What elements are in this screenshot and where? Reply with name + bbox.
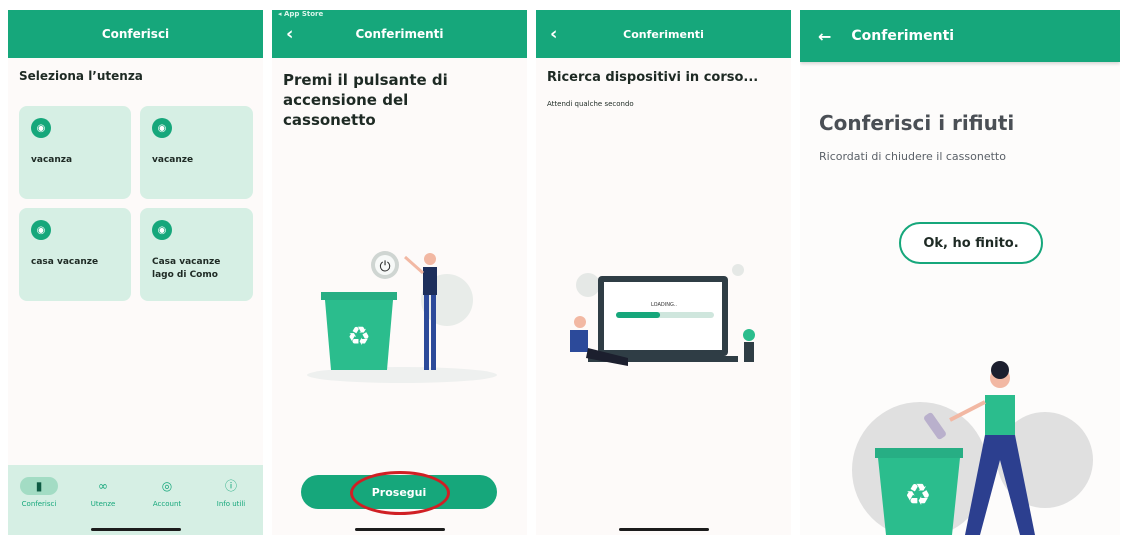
nav-label: Info utili	[216, 500, 246, 508]
highlight-circle	[350, 471, 450, 515]
section-title: Seleziona l’utenza	[19, 69, 143, 83]
wait-subtext: Attendi qualche secondo	[547, 100, 634, 108]
account-icon: ◎	[161, 479, 173, 493]
tile-label: casa vacanze	[31, 257, 99, 267]
nav-label: Utenze	[90, 500, 116, 508]
eye-icon: ◉	[152, 220, 172, 240]
screen-conferisci-rifiuti: ← Conferimenti Conferisci i rifiuti Rico…	[800, 10, 1120, 535]
trash-icon: ▮	[20, 477, 58, 495]
eye-icon: ◉	[31, 118, 51, 138]
utenza-tile[interactable]: ◉ vacanza	[19, 106, 131, 199]
header-title: Conferisci	[101, 27, 170, 41]
nav-info-utili[interactable]: ⓘ Info utili	[201, 477, 261, 508]
back-chevron-icon[interactable]: ‹	[286, 24, 293, 45]
eye-icon: ◉	[31, 220, 51, 240]
screen-conferimenti-accensione: ◂ App Store ‹ Conferimenti Premi il puls…	[272, 10, 527, 535]
app-header: Conferisci	[8, 10, 263, 58]
bottom-nav: ▮ Conferisci ∞ Utenze ◎ Account ⓘ Info u…	[8, 465, 263, 535]
utenza-tile[interactable]: ◉ casa vacanze	[19, 208, 131, 301]
woman-recycling-illustration: ♻	[852, 361, 1093, 535]
nav-utenze[interactable]: ∞ Utenze	[73, 477, 133, 508]
tile-label: vacanze	[152, 155, 194, 165]
back-chevron-icon[interactable]: ‹	[550, 24, 557, 45]
screen-ricerca-dispositivi: ‹ Conferimenti Ricerca dispositivi in co…	[536, 10, 791, 535]
nav-label: Conferisci	[21, 500, 57, 508]
ok-finito-button[interactable]: Ok, ho finito.	[899, 222, 1043, 264]
progress-fill	[616, 312, 661, 318]
utenza-tile[interactable]: ◉ Casa vacanze lago di Como	[140, 208, 253, 301]
tile-label: vacanza	[31, 155, 73, 165]
users-icon: ∞	[98, 479, 108, 493]
header-title: Conferimenti	[851, 28, 955, 44]
home-indicator	[354, 528, 445, 531]
screen-conferisci: Conferisci Seleziona l’utenza ◉ vacanza …	[8, 10, 263, 535]
power-button-illustration: ♻ ⏻	[307, 251, 497, 383]
nav-label: Account	[152, 500, 182, 508]
app-header: ‹ Conferimenti	[536, 10, 791, 58]
tile-label: Casa vacanze lago di Como	[152, 257, 221, 280]
home-indicator	[90, 528, 181, 531]
header-title: Conferimenti	[355, 27, 444, 41]
svg-text:♻: ♻	[905, 478, 932, 513]
page-subtext: Ricordati di chiudere il cassonetto	[819, 150, 1006, 163]
nav-conferisci[interactable]: ▮ Conferisci	[9, 477, 69, 508]
status-bar-back[interactable]: ◂ App Store	[278, 10, 323, 18]
app-header: ◂ App Store ‹ Conferimenti	[272, 10, 527, 58]
eye-icon: ◉	[152, 118, 172, 138]
nav-account[interactable]: ◎ Account	[137, 477, 197, 508]
utenza-tile[interactable]: ◉ vacanze	[140, 106, 253, 199]
info-icon: ⓘ	[224, 479, 237, 493]
loading-text: LOADING..	[651, 302, 677, 308]
instruction-heading: Premi il pulsante di accensione del cass…	[283, 71, 448, 129]
svg-text:♻: ♻	[347, 322, 370, 352]
header-title: Conferimenti	[623, 27, 704, 41]
search-heading: Ricerca dispositivi in corso...	[547, 70, 759, 85]
page-heading: Conferisci i rifiuti	[819, 111, 1015, 135]
app-header: ← Conferimenti	[800, 10, 1120, 62]
button-label: Ok, ho finito.	[923, 235, 1019, 251]
home-indicator	[618, 528, 709, 531]
back-arrow-icon[interactable]: ←	[818, 27, 831, 46]
svg-text:⏻: ⏻	[379, 259, 390, 275]
loading-laptop-illustration: LOADING..	[570, 264, 755, 366]
